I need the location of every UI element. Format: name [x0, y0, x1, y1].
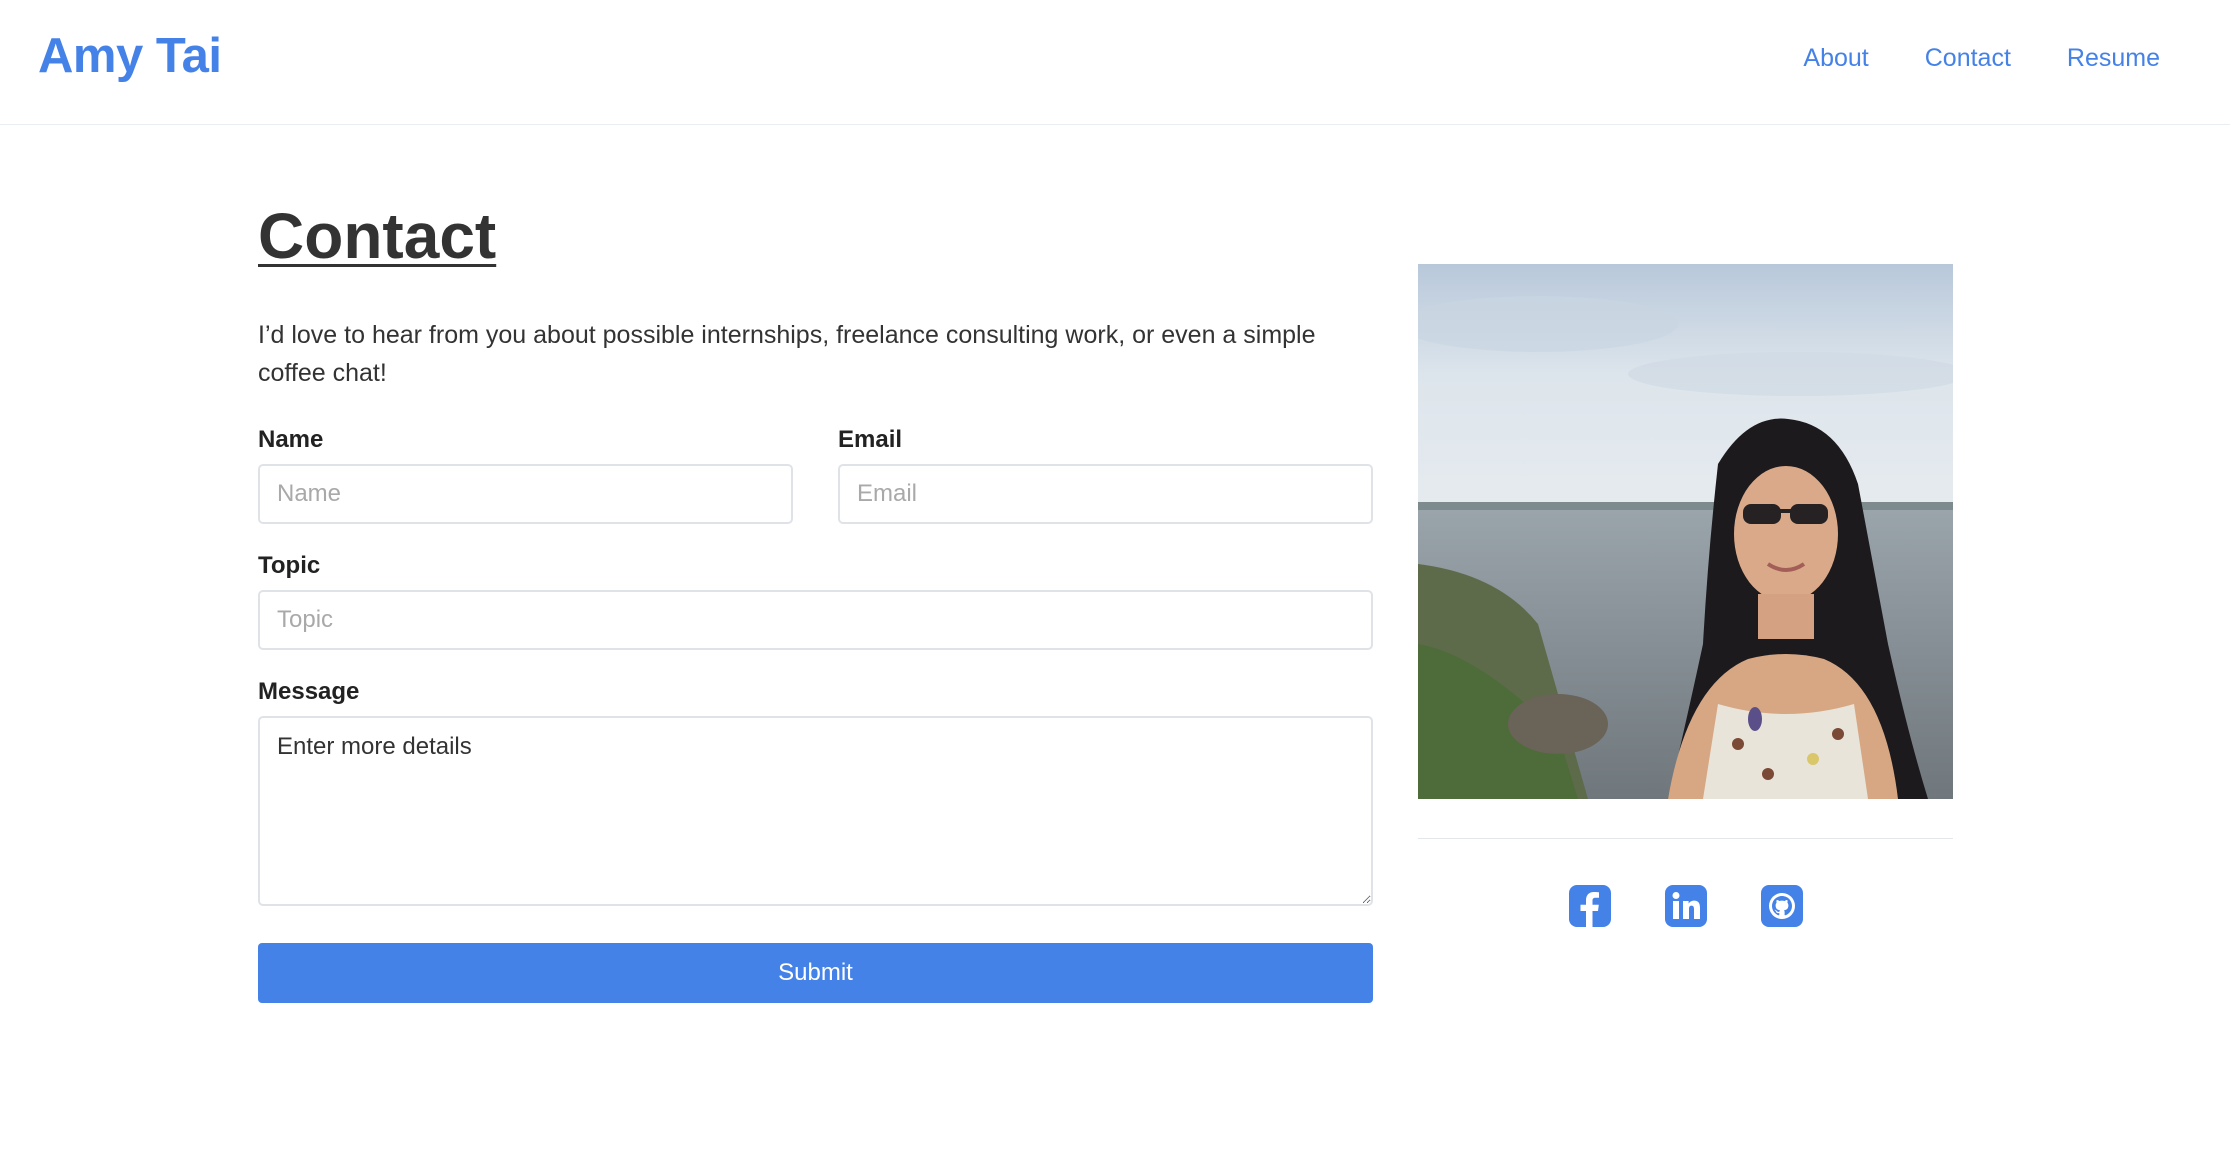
navbar: Amy Tai About Contact Resume	[0, 0, 2230, 125]
github-link[interactable]	[1760, 885, 1803, 927]
contact-form: Name Email Topic Message Enter more deta…	[258, 426, 1373, 1003]
name-field-group: Name	[258, 426, 793, 524]
name-email-row: Name Email	[258, 426, 1373, 524]
profile-sidebar	[1418, 264, 1953, 927]
linkedin-link[interactable]	[1664, 885, 1707, 927]
social-links	[1418, 885, 1953, 927]
submit-button[interactable]: Submit	[258, 942, 1373, 1003]
email-label: Email	[838, 425, 903, 453]
name-label: Name	[258, 425, 324, 453]
profile-photo	[1418, 264, 1953, 799]
brand-link[interactable]: Amy Tai	[38, 28, 222, 84]
nav-contact-link[interactable]: Contact	[1925, 44, 2011, 73]
sidebar-divider	[1418, 838, 1953, 839]
topic-label: Topic	[258, 551, 321, 579]
email-input[interactable]	[838, 463, 1373, 524]
message-label: Message	[258, 677, 360, 705]
topic-input[interactable]	[258, 589, 1373, 650]
facebook-icon	[1568, 885, 1611, 927]
nav-about-link[interactable]: About	[1803, 44, 1868, 73]
page-title: Contact	[258, 200, 497, 272]
email-field-group: Email	[838, 426, 1373, 524]
message-textarea[interactable]: Enter more details	[258, 715, 1373, 906]
profile-photo-image	[1418, 264, 1953, 799]
nav-resume-link[interactable]: Resume	[2067, 44, 2160, 73]
message-field-group: Message Enter more details	[258, 678, 1373, 906]
topic-field-group: Topic	[258, 552, 1373, 650]
intro-text: I’d love to hear from you about possible…	[258, 320, 1316, 387]
main-nav: About Contact Resume	[1803, 44, 2160, 73]
contact-section: Contact I’d love to hear from you about …	[258, 200, 1373, 1003]
name-input[interactable]	[258, 463, 793, 524]
facebook-link[interactable]	[1568, 885, 1611, 927]
github-icon	[1760, 885, 1803, 927]
linkedin-icon	[1664, 885, 1707, 927]
